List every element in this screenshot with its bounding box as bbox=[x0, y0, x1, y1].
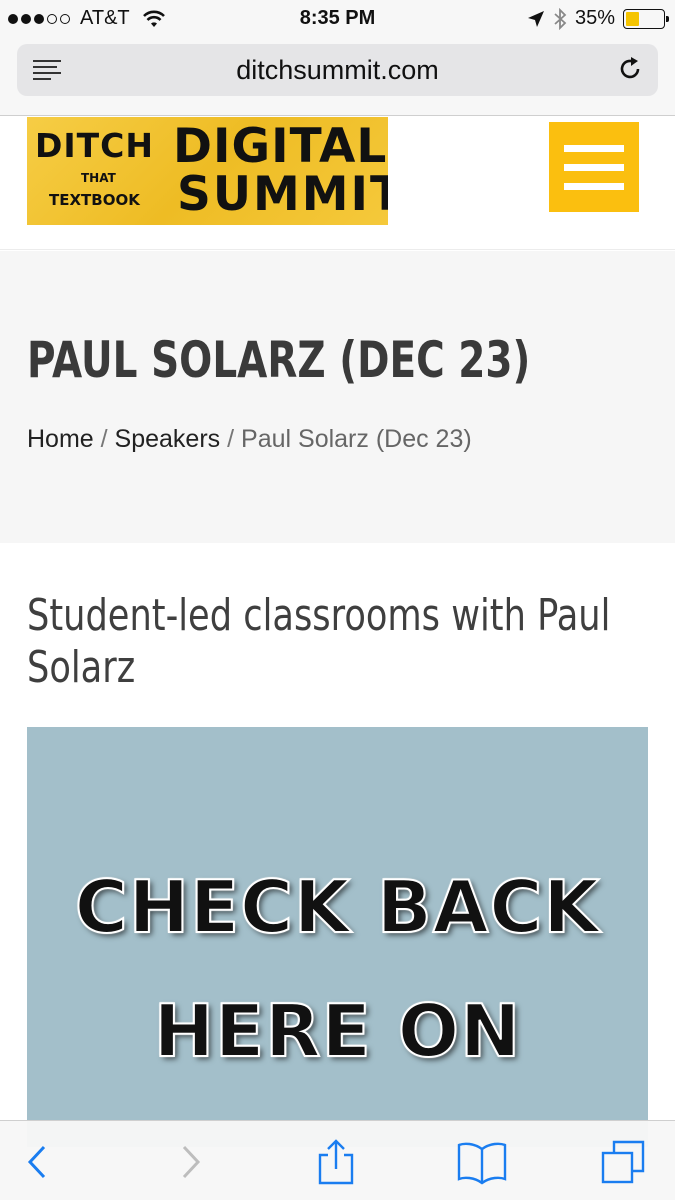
battery-percent: 35% bbox=[574, 7, 615, 29]
menu-line bbox=[564, 144, 624, 152]
breadcrumb-separator: / bbox=[227, 425, 235, 453]
image-text-line-1: CHECK BACK bbox=[74, 864, 601, 950]
breadcrumb-current: Paul Solarz (Dec 23) bbox=[241, 425, 472, 453]
bookmarks-icon[interactable] bbox=[456, 1139, 508, 1185]
share-icon[interactable] bbox=[313, 1139, 359, 1185]
page-title: PAUL SOLARZ (DEC 23) bbox=[27, 331, 531, 389]
reload-icon[interactable] bbox=[616, 55, 644, 83]
back-arrow-icon[interactable] bbox=[16, 1139, 62, 1185]
breadcrumb-separator: / bbox=[100, 425, 108, 453]
logo-that-text: THAT bbox=[81, 171, 116, 185]
breadcrumb: Home / Speakers / Paul Solarz (Dec 23) bbox=[27, 425, 472, 454]
post-heading-text: Student-led classrooms with Paul Solarz bbox=[27, 590, 611, 693]
reader-view-icon[interactable] bbox=[33, 58, 61, 80]
browser-toolbar bbox=[0, 1120, 675, 1200]
menu-line bbox=[564, 163, 624, 171]
forward-arrow-icon[interactable] bbox=[168, 1139, 214, 1185]
post-heading: Student-led classrooms with Paul Solarz bbox=[27, 590, 635, 694]
hamburger-menu-icon[interactable] bbox=[549, 122, 639, 212]
logo-digital-text: DIGITAL bbox=[173, 119, 388, 174]
url-text[interactable]: ditchsummit.com bbox=[236, 55, 439, 86]
tabs-icon[interactable] bbox=[600, 1139, 646, 1185]
status-right: 35% bbox=[527, 7, 669, 30]
feature-image: CHECK BACK HERE ON bbox=[27, 727, 648, 1147]
logo-ditch-text: DITCH bbox=[35, 126, 155, 165]
status-bar: AT&T 8:35 PM 35% bbox=[0, 0, 675, 38]
logo-summit-text: SUMMIT bbox=[177, 167, 388, 222]
breadcrumb-home-link[interactable]: Home bbox=[27, 425, 94, 453]
page-title-band: PAUL SOLARZ (DEC 23) Home / Speakers / P… bbox=[0, 251, 675, 543]
battery-icon bbox=[623, 8, 669, 29]
site-logo[interactable]: DITCH THAT TEXTBOOK DIGITAL SUMMIT bbox=[27, 117, 388, 225]
browser-address-area: ditchsummit.com bbox=[0, 38, 675, 116]
battery-level bbox=[626, 11, 639, 26]
menu-line bbox=[564, 182, 624, 190]
bluetooth-icon bbox=[554, 7, 567, 30]
location-arrow-icon bbox=[527, 10, 544, 27]
image-text-line-2: HERE ON bbox=[153, 988, 522, 1074]
breadcrumb-speakers-link[interactable]: Speakers bbox=[115, 425, 221, 453]
address-bar[interactable]: ditchsummit.com bbox=[17, 44, 658, 96]
site-header: DITCH THAT TEXTBOOK DIGITAL SUMMIT bbox=[0, 117, 675, 250]
logo-textbook-text: TEXTBOOK bbox=[49, 191, 140, 209]
